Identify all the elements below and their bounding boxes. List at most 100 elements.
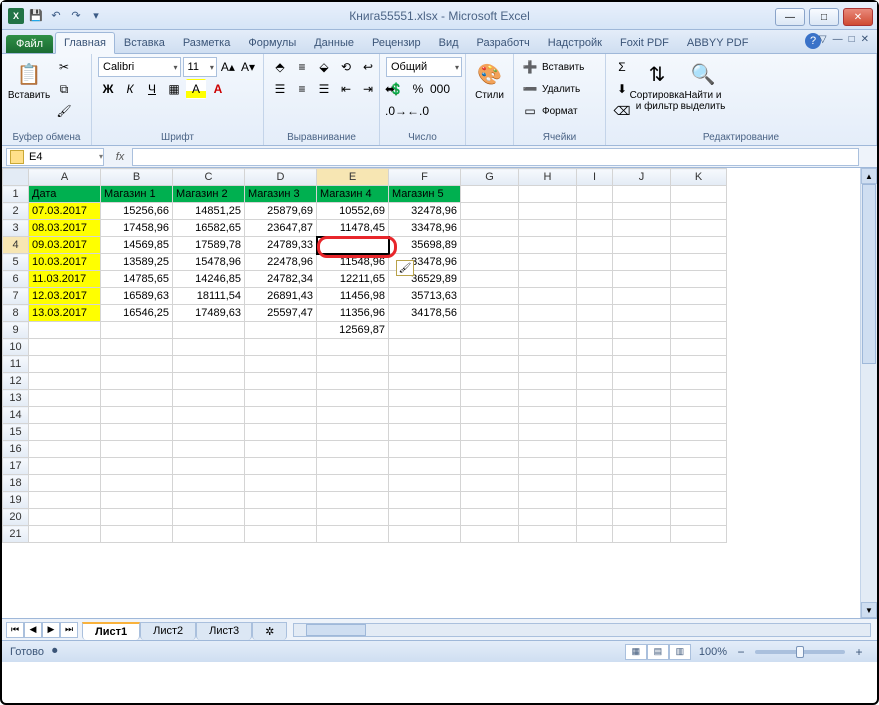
- cell[interactable]: [671, 458, 727, 475]
- row-header-20[interactable]: 20: [3, 509, 29, 526]
- cell[interactable]: [461, 492, 519, 509]
- cell[interactable]: [613, 475, 671, 492]
- cell[interactable]: [461, 288, 519, 305]
- cell[interactable]: [577, 526, 613, 543]
- cell[interactable]: [461, 305, 519, 322]
- copy-icon[interactable]: ⧉: [54, 79, 74, 99]
- sort-filter-button[interactable]: ⇅ Сортировка и фильтр: [636, 57, 678, 115]
- cell[interactable]: [317, 390, 389, 407]
- cell[interactable]: [613, 254, 671, 271]
- cell[interactable]: 13.03.2017: [29, 305, 101, 322]
- row-header-6[interactable]: 6: [3, 271, 29, 288]
- cell[interactable]: [317, 407, 389, 424]
- sheet-nav-prev-icon[interactable]: ◀: [24, 622, 42, 638]
- cell[interactable]: [29, 407, 101, 424]
- qat-customize-icon[interactable]: ▾: [88, 8, 104, 24]
- insert-options-smarttag[interactable]: 🖌: [396, 260, 414, 276]
- col-header-I[interactable]: I: [577, 169, 613, 186]
- format-cells-icon[interactable]: ▭: [520, 101, 540, 121]
- underline-button[interactable]: Ч: [142, 79, 162, 99]
- cell[interactable]: 23647,87: [245, 220, 317, 237]
- cell[interactable]: [577, 407, 613, 424]
- cell[interactable]: [671, 407, 727, 424]
- cell[interactable]: [29, 492, 101, 509]
- col-header-K[interactable]: K: [671, 169, 727, 186]
- cell[interactable]: [519, 458, 577, 475]
- cell[interactable]: [671, 186, 727, 203]
- cell[interactable]: [613, 492, 671, 509]
- row-header-10[interactable]: 10: [3, 339, 29, 356]
- cell[interactable]: [519, 203, 577, 220]
- cell[interactable]: [519, 271, 577, 288]
- cell[interactable]: [577, 203, 613, 220]
- cell[interactable]: [461, 390, 519, 407]
- find-select-button[interactable]: 🔍 Найти и выделить: [682, 57, 724, 115]
- cell[interactable]: [173, 373, 245, 390]
- currency-icon[interactable]: 💲: [386, 79, 406, 99]
- cell[interactable]: [29, 373, 101, 390]
- cell[interactable]: [577, 186, 613, 203]
- cell[interactable]: [245, 424, 317, 441]
- cell[interactable]: [461, 475, 519, 492]
- cell[interactable]: [519, 373, 577, 390]
- cell[interactable]: [519, 390, 577, 407]
- cell[interactable]: [389, 492, 461, 509]
- styles-button[interactable]: 🎨 Стили: [472, 57, 507, 104]
- view-normal-icon[interactable]: ▦: [625, 644, 647, 660]
- row-header-8[interactable]: 8: [3, 305, 29, 322]
- cell[interactable]: 17458,96: [101, 220, 173, 237]
- vertical-scrollbar[interactable]: ▲ ▼: [860, 168, 877, 618]
- cell[interactable]: [101, 475, 173, 492]
- cell[interactable]: [671, 305, 727, 322]
- cell[interactable]: [519, 356, 577, 373]
- cell[interactable]: [317, 492, 389, 509]
- cell[interactable]: 16582,65: [173, 220, 245, 237]
- cell[interactable]: [389, 356, 461, 373]
- cell[interactable]: [101, 339, 173, 356]
- cell[interactable]: 18111,54: [173, 288, 245, 305]
- cell[interactable]: [245, 475, 317, 492]
- cell[interactable]: [29, 339, 101, 356]
- row-header-12[interactable]: 12: [3, 373, 29, 390]
- ribbon-tab-вставка[interactable]: Вставка: [115, 32, 174, 53]
- cell[interactable]: [613, 305, 671, 322]
- window-maximize-button[interactable]: □: [809, 8, 839, 26]
- ribbon-tab-главная[interactable]: Главная: [55, 32, 115, 54]
- cell[interactable]: [461, 237, 519, 254]
- cell[interactable]: [317, 526, 389, 543]
- cell[interactable]: [613, 271, 671, 288]
- ribbon-tab-надстройк[interactable]: Надстройк: [539, 32, 611, 53]
- cell[interactable]: [577, 492, 613, 509]
- cell[interactable]: [389, 322, 461, 339]
- cell[interactable]: [613, 203, 671, 220]
- col-header-E[interactable]: E: [317, 169, 389, 186]
- format-painter-icon[interactable]: 🖌: [54, 101, 74, 121]
- cell[interactable]: [519, 288, 577, 305]
- cell[interactable]: [461, 322, 519, 339]
- cell[interactable]: [461, 254, 519, 271]
- comma-icon[interactable]: 000: [430, 79, 450, 99]
- paste-button[interactable]: 📋 Вставить: [8, 57, 50, 104]
- cell[interactable]: [671, 339, 727, 356]
- cell[interactable]: [577, 305, 613, 322]
- row-header-4[interactable]: 4: [3, 237, 29, 254]
- cell[interactable]: [173, 322, 245, 339]
- align-left-icon[interactable]: ☰: [270, 79, 290, 99]
- formula-input[interactable]: [132, 148, 859, 166]
- orientation-icon[interactable]: ⟲: [336, 57, 356, 77]
- cell[interactable]: 25597,47: [245, 305, 317, 322]
- increase-decimal-icon[interactable]: .0→: [386, 101, 406, 121]
- cell[interactable]: [317, 509, 389, 526]
- row-header-13[interactable]: 13: [3, 390, 29, 407]
- insert-cells-icon[interactable]: ➕: [520, 57, 540, 77]
- cell[interactable]: [173, 509, 245, 526]
- cell[interactable]: [461, 220, 519, 237]
- cell[interactable]: [519, 424, 577, 441]
- cell[interactable]: [29, 356, 101, 373]
- cell[interactable]: [245, 356, 317, 373]
- cell[interactable]: [671, 203, 727, 220]
- name-box[interactable]: E4▾: [6, 148, 104, 166]
- cell[interactable]: 12569,87: [317, 322, 389, 339]
- cell[interactable]: [671, 220, 727, 237]
- cell[interactable]: [519, 339, 577, 356]
